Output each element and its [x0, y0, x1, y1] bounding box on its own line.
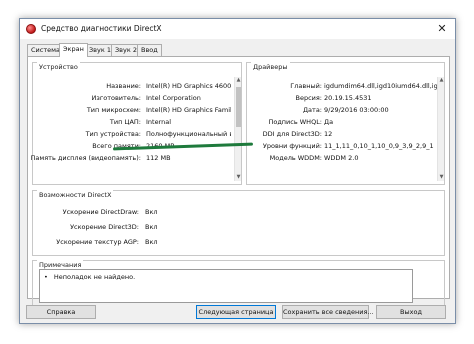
driver-date-label: Дата: — [302, 106, 322, 114]
drivers-group-title: Драйверы — [251, 62, 290, 72]
tab-input[interactable]: Ввод — [137, 44, 162, 56]
next-page-button[interactable]: Следующая страница — [196, 305, 276, 319]
scroll-up-arrow-icon[interactable]: ▲ — [235, 77, 242, 84]
driver-row-ddi: DDI для Direct3D: 12 — [247, 129, 443, 139]
scroll-thumb[interactable] — [236, 87, 241, 127]
chip-type-value: Intel(R) HD Graphics Family — [146, 106, 231, 114]
driver-main-value: igdumdim64.dll,igd10iumd64.dll,igd10i — [324, 82, 440, 90]
help-button[interactable]: Справка — [26, 305, 96, 319]
drivers-scrollbar[interactable]: ▲ ▼ — [437, 77, 444, 181]
driver-date-value: 9/29/2016 03:00:00 — [324, 106, 389, 114]
exit-button[interactable]: Выход — [376, 305, 446, 319]
device-row-device-type: Тип устройства: Полнофункциональный виде… — [33, 129, 239, 139]
tab-strip: Система Экран Звук 1 Звук 2 Ввод — [27, 43, 227, 57]
wddm-label: Модель WDDM: — [269, 154, 322, 162]
agp-value: Вкл — [145, 238, 158, 246]
feature-row-directdraw: Ускорение DirectDraw: Вкл — [33, 207, 173, 217]
driver-main-label: Главный: — [290, 82, 322, 90]
device-row-dac-type: Тип ЦАП: Internal — [33, 117, 239, 127]
device-group: Устройство Название: Intel(R) HD Graphic… — [30, 62, 242, 185]
whql-label: Подпись WHQL: — [268, 118, 322, 126]
drivers-group: Драйверы Главный: igdumdim64.dll,igd10iu… — [246, 62, 445, 185]
driver-version-value: 20.19.15.4531 — [324, 94, 372, 102]
device-type-value: Полнофункциональный видеоадап — [146, 130, 231, 138]
display-tab-panel: Устройство Название: Intel(R) HD Graphic… — [27, 56, 450, 306]
title-bar: Средство диагностики DirectX ✕ — [20, 19, 455, 39]
close-button[interactable]: ✕ — [434, 21, 450, 36]
display-memory-label: Память дисплея (видеопамять): — [30, 154, 142, 162]
driver-row-main: Главный: igdumdim64.dll,igd10iumd64.dll,… — [247, 81, 443, 91]
device-type-label: Тип устройства: — [85, 130, 141, 138]
directx-diagnostic-window: Средство диагностики DirectX ✕ Система Э… — [19, 18, 456, 324]
dac-type-value: Internal — [146, 118, 172, 126]
feature-row-agp: Ускорение текстур AGP: Вкл — [33, 237, 173, 247]
ddi-value: 12 — [324, 130, 333, 138]
direct3d-label: Ускорение Direct3D: — [70, 223, 139, 231]
directx-app-icon — [26, 24, 36, 34]
directx-features-group: Возможности DirectX Ускорение DirectDraw… — [32, 190, 445, 256]
whql-value: Да — [324, 118, 334, 126]
notes-textbox[interactable]: • Неполадок не найдено. — [39, 269, 413, 303]
ddi-label: DDI для Direct3D: — [262, 130, 322, 138]
notes-group: Примечания • Неполадок не найдено. — [32, 260, 445, 306]
directdraw-value: Вкл — [145, 208, 158, 216]
device-row-display-memory: Память дисплея (видеопамять): 112 MB — [30, 153, 239, 163]
note-item: • Неполадок не найдено. — [44, 273, 135, 282]
device-scrollbar[interactable]: ▲ ▼ — [234, 77, 241, 181]
scroll-down-arrow-icon[interactable]: ▼ — [235, 174, 242, 181]
display-memory-value: 112 MB — [146, 154, 171, 162]
note-bullet: • — [44, 273, 48, 281]
scroll-down-arrow-icon[interactable]: ▼ — [438, 174, 445, 181]
tab-display[interactable]: Экран — [59, 43, 88, 57]
window-title: Средство диагностики DirectX — [41, 24, 162, 33]
note-text: Неполадок не найдено. — [53, 273, 136, 281]
scroll-up-arrow-icon[interactable]: ▲ — [438, 77, 445, 84]
wddm-value: WDDM 2.0 — [324, 154, 359, 162]
feature-row-direct3d: Ускорение Direct3D: Вкл — [33, 222, 173, 232]
manufacturer-label: Изготовитель: — [91, 94, 142, 102]
driver-row-version: Версия: 20.19.15.4531 — [247, 93, 443, 103]
feature-levels-label: Уровни функций: — [262, 142, 322, 150]
save-all-info-button[interactable]: Сохранить все сведения... — [282, 305, 374, 319]
driver-row-whql: Подпись WHQL: Да — [247, 117, 443, 127]
manufacturer-value: Intel Corporation — [146, 94, 201, 102]
features-group-title: Возможности DirectX — [37, 190, 114, 200]
device-row-name: Название: Intel(R) HD Graphics 4600 — [33, 81, 239, 91]
driver-row-feature-levels: Уровни функций: 11_1,11_0,10_1,10_0,9_3,… — [247, 141, 443, 151]
directdraw-label: Ускорение DirectDraw: — [62, 208, 139, 216]
dac-type-label: Тип ЦАП: — [109, 118, 141, 126]
feature-levels-value: 11_1,11_0,10_1,10_0,9_3,9_2,9_1 — [324, 142, 434, 150]
driver-row-date: Дата: 9/29/2016 03:00:00 — [247, 105, 443, 115]
device-row-chip-type: Тип микросхем: Intel(R) HD Graphics Fami… — [33, 105, 239, 115]
device-name-label: Название: — [106, 82, 141, 90]
chip-type-label: Тип микросхем: — [86, 106, 141, 114]
device-name-value: Intel(R) HD Graphics 4600 — [146, 82, 231, 90]
driver-version-label: Версия: — [295, 94, 322, 102]
device-row-manufacturer: Изготовитель: Intel Corporation — [33, 93, 239, 103]
direct3d-value: Вкл — [145, 223, 158, 231]
device-group-title: Устройство — [37, 62, 80, 72]
agp-label: Ускорение текстур AGP: — [56, 238, 139, 246]
driver-row-wddm: Модель WDDM: WDDM 2.0 — [247, 153, 443, 163]
